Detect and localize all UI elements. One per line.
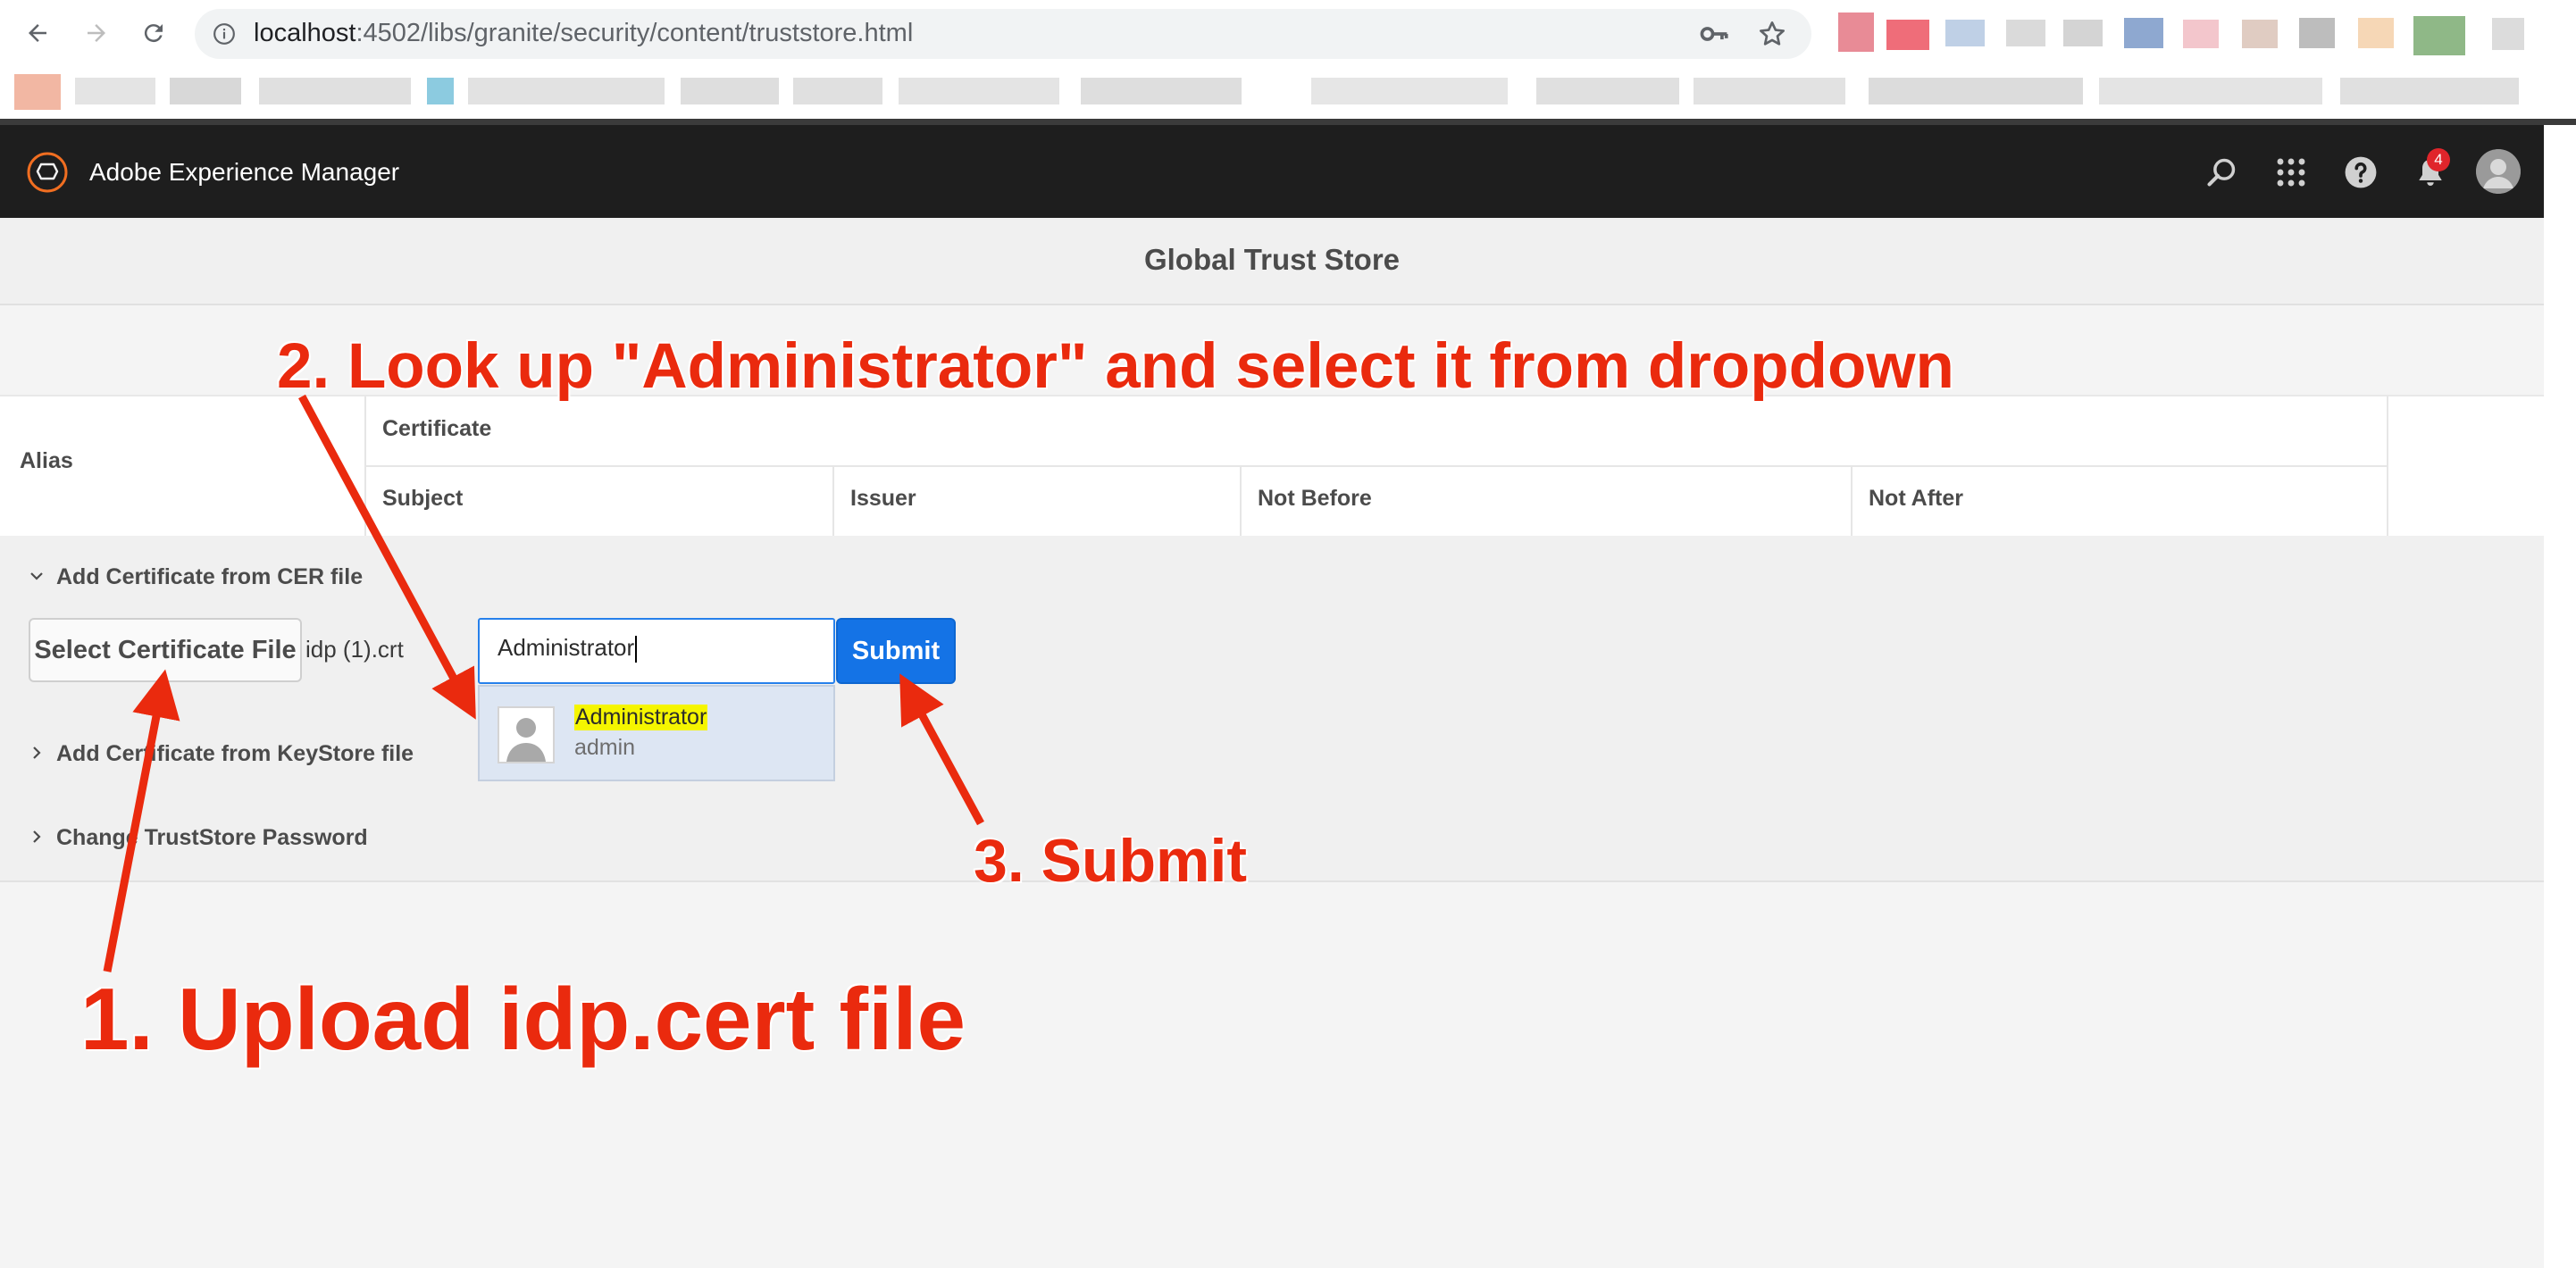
reload-icon xyxy=(144,24,163,43)
adobe-experience-cloud-logo-icon[interactable] xyxy=(27,152,68,193)
page-title: Global Trust Store xyxy=(1143,243,1401,276)
apps-grid-icon xyxy=(2277,158,2305,187)
column-header-issuer[interactable]: Issuer xyxy=(850,486,916,512)
chrome-divider xyxy=(0,119,2576,125)
accordion-title-cer[interactable]: Add Certificate from CER file xyxy=(56,564,363,590)
reload-button[interactable] xyxy=(136,15,171,51)
accordion-change-password: Change TrustStore Password xyxy=(0,797,2544,882)
annotation-step-3: 3. Submit xyxy=(974,827,1248,895)
selected-file-name: idp (1).crt xyxy=(305,636,404,663)
table-divider xyxy=(1240,466,1242,536)
search-icon xyxy=(2207,158,2236,187)
annotation-step-2: 2. Look up "Administrator" and select it… xyxy=(277,331,1954,402)
search-button[interactable] xyxy=(2203,154,2240,191)
help-icon xyxy=(2345,156,2377,188)
forward-button[interactable] xyxy=(79,15,114,51)
notification-badge: 4 xyxy=(2427,148,2450,171)
column-header-subject[interactable]: Subject xyxy=(382,486,463,512)
chevron-right-icon[interactable] xyxy=(29,829,45,845)
user-avatar[interactable] xyxy=(2476,149,2521,194)
submit-button[interactable]: Submit xyxy=(836,618,956,684)
user-icon xyxy=(2476,149,2521,194)
user-autocomplete-dropdown: Administrator admin xyxy=(478,685,835,781)
table-divider xyxy=(1851,466,1853,536)
table-divider xyxy=(364,465,2387,467)
accordion-add-keystore: Add Certificate from KeyStore file xyxy=(0,713,2544,798)
option-id: admin xyxy=(574,735,636,760)
column-header-not-before[interactable]: Not Before xyxy=(1258,486,1372,512)
chevron-right-icon[interactable] xyxy=(29,745,45,761)
window-edge xyxy=(2544,125,2576,1268)
help-button[interactable] xyxy=(2342,154,2379,191)
column-header-certificate: Certificate xyxy=(382,416,492,441)
url-port: :4502 xyxy=(355,19,422,47)
solutions-button[interactable] xyxy=(2272,154,2310,191)
browser-toolbar: localhost:4502/libs/granite/security/con… xyxy=(0,0,2576,67)
user-placeholder-icon xyxy=(499,708,553,762)
bookmarks-bar xyxy=(0,67,2576,119)
option-avatar xyxy=(498,706,555,763)
accordion-title-password[interactable]: Change TrustStore Password xyxy=(56,825,368,851)
text-caret xyxy=(635,636,638,663)
user-autocomplete-input[interactable]: Administrator xyxy=(478,618,835,684)
select-certificate-file-button[interactable]: Select Certificate File xyxy=(29,618,302,682)
option-name: Administrator xyxy=(574,705,708,730)
bookmark-star-icon[interactable] xyxy=(1758,20,1786,48)
table-divider xyxy=(832,466,834,536)
page-title-bar: Global Trust Store xyxy=(0,218,2544,305)
arrow-left-icon xyxy=(29,24,46,42)
url-path: /libs/granite/security/content/truststor… xyxy=(421,19,914,47)
dropdown-option-administrator[interactable]: Administrator admin xyxy=(480,687,833,780)
info-icon[interactable] xyxy=(213,22,236,46)
certificates-table: Alias Certificate Subject Issuer Not Bef… xyxy=(0,395,2544,539)
column-header-alias[interactable]: Alias xyxy=(20,448,73,474)
address-bar[interactable]: localhost:4502/libs/granite/security/con… xyxy=(195,9,1811,59)
user-autocomplete-value: Administrator xyxy=(498,634,635,661)
arrow-right-icon xyxy=(88,24,105,42)
annotation-step-1: 1. Upload idp.cert file xyxy=(80,970,966,1068)
table-divider xyxy=(2387,466,2388,536)
url-host: localhost xyxy=(254,19,356,47)
table-divider xyxy=(2387,396,2388,466)
accordion-title-keystore[interactable]: Add Certificate from KeyStore file xyxy=(56,741,414,767)
chevron-down-icon[interactable] xyxy=(29,568,45,584)
accordion-add-cer: Add Certificate from CER file xyxy=(0,536,2544,714)
app-title[interactable]: Adobe Experience Manager xyxy=(89,158,399,187)
key-icon[interactable] xyxy=(1700,21,1730,47)
back-button[interactable] xyxy=(20,15,55,51)
column-header-not-after[interactable]: Not After xyxy=(1869,486,1963,512)
shell-header: Adobe Experience Manager 4 xyxy=(0,125,2544,218)
url-text[interactable]: localhost:4502/libs/granite/security/con… xyxy=(254,19,913,48)
